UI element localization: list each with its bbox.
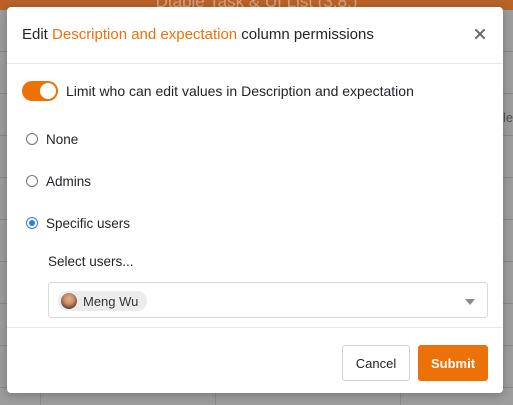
dialog-title: Edit Description and expectation column … <box>22 26 374 43</box>
option-none-label: None <box>46 131 79 147</box>
close-icon[interactable] <box>471 25 489 43</box>
radio-specific-users[interactable] <box>26 217 38 229</box>
submit-button[interactable]: Submit <box>418 345 488 381</box>
option-none[interactable]: None <box>26 129 78 149</box>
user-avatar <box>61 293 77 309</box>
dialog-footer: Cancel Submit <box>7 327 503 394</box>
cancel-button[interactable]: Cancel <box>342 345 410 381</box>
title-suffix: column permissions <box>237 26 374 43</box>
option-admins[interactable]: Admins <box>26 171 91 191</box>
option-specific-users-label: Specific users <box>46 215 131 231</box>
selected-user-name: Meng Wu <box>83 293 139 309</box>
selected-user-chip[interactable]: Meng Wu <box>58 291 148 311</box>
select-users-label: Select users... <box>48 254 134 269</box>
background-cell-text: le <box>503 110 513 125</box>
title-prefix: Edit <box>22 26 53 43</box>
radio-admins[interactable] <box>26 175 38 187</box>
chevron-down-icon[interactable] <box>465 299 475 305</box>
option-admins-label: Admins <box>46 173 92 189</box>
limit-edit-label: Limit who can edit values in Description… <box>66 83 414 99</box>
user-select-dropdown[interactable]: Meng Wu <box>48 282 488 318</box>
title-column-name: Description and expectation <box>52 26 238 43</box>
limit-edit-toggle-row: Limit who can edit values in Description… <box>22 80 414 102</box>
dialog-body: Limit who can edit values in Description… <box>7 64 503 326</box>
limit-edit-toggle[interactable] <box>22 81 58 101</box>
permissions-dialog: Edit Description and expectation column … <box>7 7 503 393</box>
toggle-knob <box>40 83 56 99</box>
dialog-header: Edit Description and expectation column … <box>7 7 503 64</box>
option-specific-users[interactable]: Specific users <box>26 213 130 233</box>
radio-none[interactable] <box>26 133 38 145</box>
